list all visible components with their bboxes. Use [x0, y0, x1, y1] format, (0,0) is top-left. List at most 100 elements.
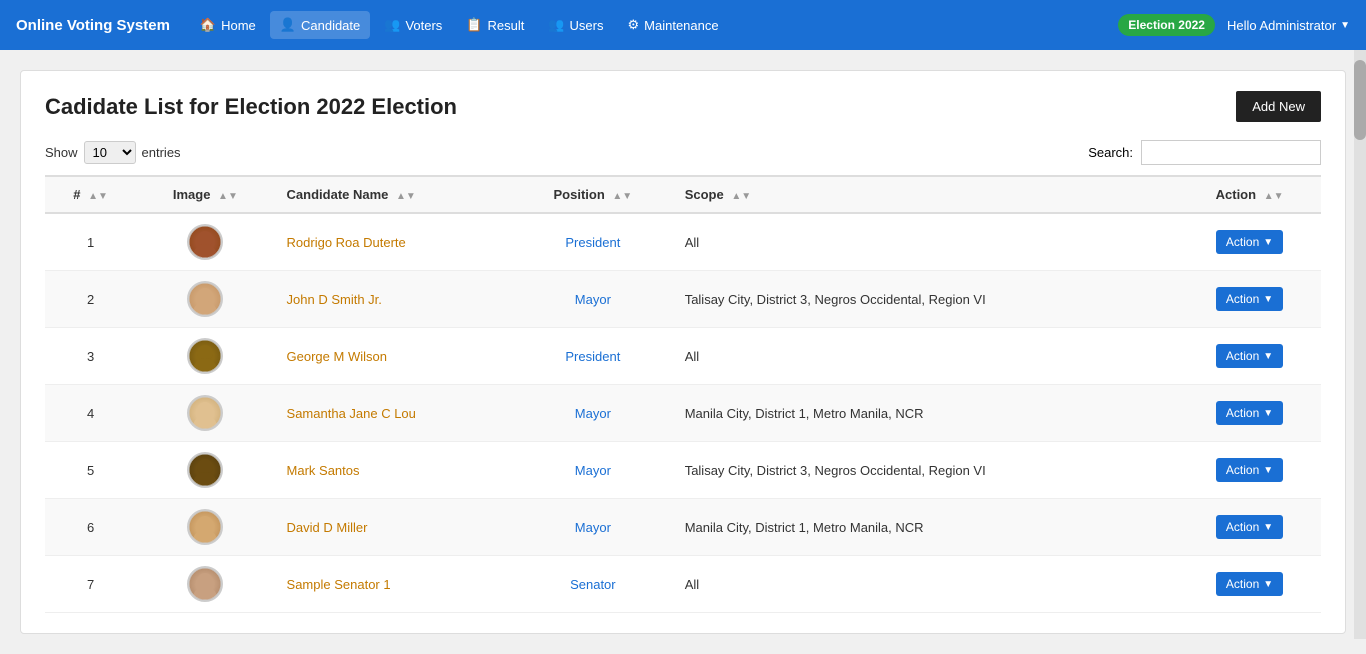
nav-item-result[interactable]: 📋 Result	[456, 11, 534, 39]
dropdown-arrow-icon: ▼	[1263, 294, 1273, 305]
cell-candidate-name[interactable]: Samantha Jane C Lou	[275, 385, 513, 442]
nav-label-home: Home	[221, 18, 256, 33]
cell-action: Action ▼	[1178, 328, 1321, 385]
scrollbar-thumb[interactable]	[1354, 60, 1366, 140]
scrollbar[interactable]	[1354, 50, 1366, 639]
cell-num: 6	[45, 499, 136, 556]
action-button[interactable]: Action ▼	[1216, 287, 1283, 311]
nav-label-maintenance: Maintenance	[644, 18, 718, 33]
action-label: Action	[1226, 406, 1259, 420]
candidate-name-link[interactable]: Mark Santos	[287, 463, 360, 478]
candidate-name-link[interactable]: John D Smith Jr.	[287, 292, 382, 307]
action-button[interactable]: Action ▼	[1216, 515, 1283, 539]
col-header-scope[interactable]: Scope ▲▼	[673, 176, 1178, 213]
nav-item-voters[interactable]: 👥 Voters	[374, 11, 452, 39]
action-button[interactable]: Action ▼	[1216, 458, 1283, 482]
cell-scope: All	[673, 556, 1178, 613]
dropdown-arrow-icon: ▼	[1263, 579, 1273, 590]
cell-candidate-name[interactable]: Sample Senator 1	[275, 556, 513, 613]
cell-candidate-name[interactable]: David D Miller	[275, 499, 513, 556]
cell-image	[136, 442, 274, 499]
candidate-name-link[interactable]: George M Wilson	[287, 349, 387, 364]
action-label: Action	[1226, 349, 1259, 363]
candidate-name-link[interactable]: David D Miller	[287, 520, 368, 535]
col-header-position[interactable]: Position ▲▼	[513, 176, 673, 213]
dropdown-arrow-icon: ▼	[1263, 408, 1273, 419]
nav-links: 🏠 Home 👤 Candidate 👥 Voters 📋 Result 👥 U…	[190, 11, 1118, 39]
col-header-action[interactable]: Action ▲▼	[1178, 176, 1321, 213]
col-header-image[interactable]: Image ▲▼	[136, 176, 274, 213]
users-icon: 👥	[548, 17, 564, 33]
cell-candidate-name[interactable]: George M Wilson	[275, 328, 513, 385]
admin-dropdown[interactable]: Hello Administrator ▼	[1227, 18, 1350, 33]
cell-position: Senator	[513, 556, 673, 613]
action-label: Action	[1226, 292, 1259, 306]
add-new-button[interactable]: Add New	[1236, 91, 1321, 122]
action-button[interactable]: Action ▼	[1216, 230, 1283, 254]
sort-icon-num: ▲▼	[88, 191, 108, 202]
cell-scope: All	[673, 213, 1178, 271]
position-value: Mayor	[575, 520, 611, 535]
cell-candidate-name[interactable]: Rodrigo Roa Duterte	[275, 213, 513, 271]
nav-label-candidate: Candidate	[301, 18, 360, 33]
col-header-name[interactable]: Candidate Name ▲▼	[275, 176, 513, 213]
entries-select[interactable]: 10 25 50 100	[84, 141, 136, 164]
avatar	[187, 281, 223, 317]
navbar-right: Election 2022 Hello Administrator ▼	[1118, 14, 1350, 36]
nav-item-candidate[interactable]: 👤 Candidate	[270, 11, 370, 39]
avatar	[187, 452, 223, 488]
table-row: 2 John D Smith Jr.MayorTalisay City, Dis…	[45, 271, 1321, 328]
nav-label-voters: Voters	[405, 18, 442, 33]
result-icon: 📋	[466, 17, 482, 33]
main-content: Cadidate List for Election 2022 Election…	[20, 70, 1346, 634]
cell-scope: Manila City, District 1, Metro Manila, N…	[673, 499, 1178, 556]
candidate-name-link[interactable]: Rodrigo Roa Duterte	[287, 235, 406, 250]
sort-icon-name: ▲▼	[396, 191, 416, 202]
show-entries: Show 10 25 50 100 entries	[45, 141, 181, 164]
cell-action: Action ▼	[1178, 213, 1321, 271]
avatar	[187, 509, 223, 545]
col-header-num[interactable]: # ▲▼	[45, 176, 136, 213]
search-input[interactable]	[1141, 140, 1321, 165]
avatar	[187, 338, 223, 374]
avatar	[187, 566, 223, 602]
nav-item-users[interactable]: 👥 Users	[538, 11, 613, 39]
nav-item-home[interactable]: 🏠 Home	[190, 11, 266, 39]
table-row: 5 Mark SantosMayorTalisay City, District…	[45, 442, 1321, 499]
action-label: Action	[1226, 235, 1259, 249]
candidate-name-link[interactable]: Samantha Jane C Lou	[287, 406, 416, 421]
cell-position: Mayor	[513, 385, 673, 442]
cell-action: Action ▼	[1178, 442, 1321, 499]
position-value: Mayor	[575, 463, 611, 478]
cell-image	[136, 499, 274, 556]
cell-candidate-name[interactable]: John D Smith Jr.	[275, 271, 513, 328]
cell-action: Action ▼	[1178, 556, 1321, 613]
position-value: Mayor	[575, 406, 611, 421]
cell-num: 5	[45, 442, 136, 499]
table-row: 6 David D Miller Mayor Manila City, Distri…	[45, 499, 1321, 556]
action-button[interactable]: Action ▼	[1216, 401, 1283, 425]
candidate-name-link[interactable]: Sample Senator 1	[287, 577, 391, 592]
table-header-row: # ▲▼ Image ▲▼ Candidate Name ▲▼ Position…	[45, 176, 1321, 213]
cell-position: Mayor	[513, 271, 673, 328]
nav-item-maintenance[interactable]: ⚙ Maintenance	[618, 11, 729, 39]
avatar	[187, 224, 223, 260]
nav-label-result: Result	[488, 18, 525, 33]
cell-position: Mayor	[513, 442, 673, 499]
search-box: Search:	[1088, 140, 1321, 165]
dropdown-arrow-icon: ▼	[1263, 237, 1273, 248]
position-value: President	[565, 235, 620, 250]
cell-num: 4	[45, 385, 136, 442]
entries-label: entries	[142, 145, 181, 160]
table-row: 1 Rodrigo Roa DutertePresidentAllAction …	[45, 213, 1321, 271]
cell-candidate-name[interactable]: Mark Santos	[275, 442, 513, 499]
action-button[interactable]: Action ▼	[1216, 572, 1283, 596]
action-label: Action	[1226, 577, 1259, 591]
table-row: 4 Samantha Jane C LouMayorManila City, D…	[45, 385, 1321, 442]
action-button[interactable]: Action ▼	[1216, 344, 1283, 368]
dropdown-arrow-icon: ▼	[1263, 522, 1273, 533]
cell-action: Action ▼	[1178, 385, 1321, 442]
nav-label-users: Users	[570, 18, 604, 33]
show-label: Show	[45, 145, 78, 160]
navbar-brand: Online Voting System	[16, 17, 170, 34]
